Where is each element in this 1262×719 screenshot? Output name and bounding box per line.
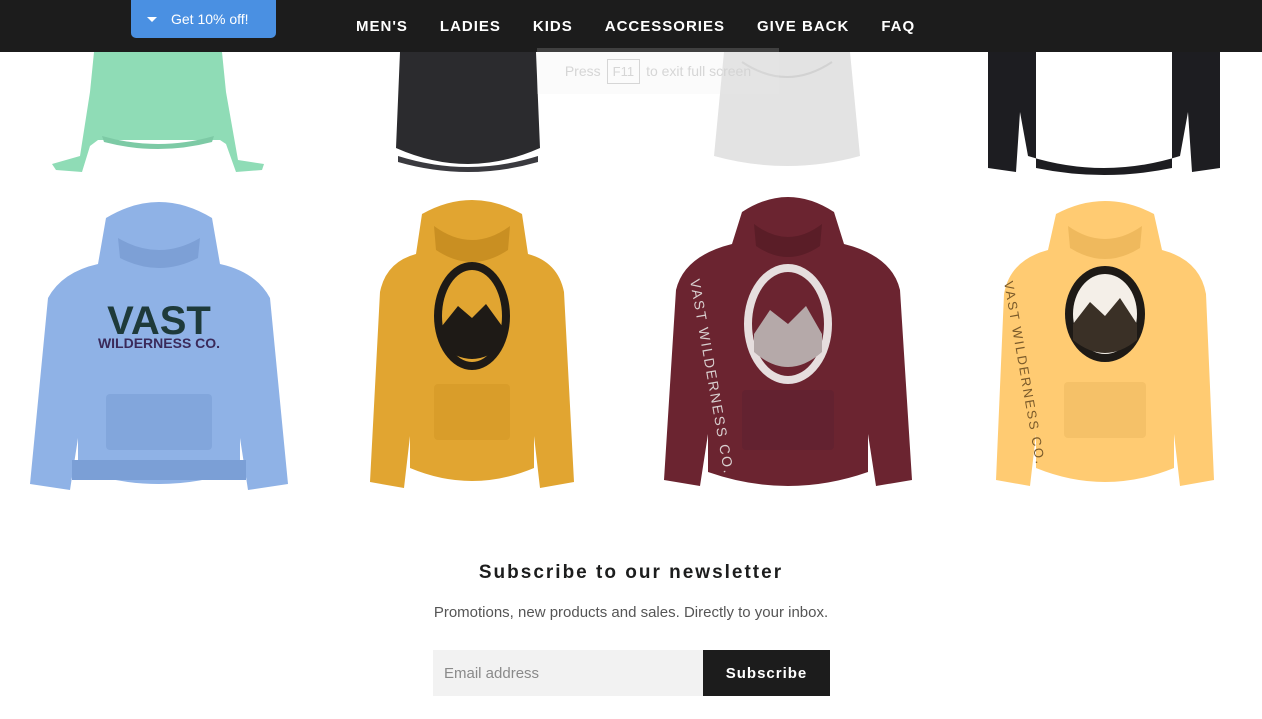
product-tile[interactable] bbox=[50, 52, 266, 174]
product-tile[interactable]: VAST WILDERNESS CO. bbox=[994, 198, 1216, 492]
fullscreen-exit-hint: Press F11 to exit full screen bbox=[537, 48, 779, 94]
product-tile[interactable]: VAST WILDERNESS CO. bbox=[662, 194, 914, 496]
nav-link-accessories[interactable]: ACCESSORIES bbox=[589, 18, 741, 35]
peach-hoodie-image: VAST WILDERNESS CO. bbox=[996, 201, 1214, 486]
mint-hoodie-image bbox=[52, 52, 264, 172]
subscribe-button[interactable]: Subscribe bbox=[703, 650, 830, 696]
main-nav: MEN'S LADIES KIDS ACCESSORIES GIVE BACK … bbox=[340, 0, 931, 52]
black-longsleeve-image bbox=[988, 52, 1220, 175]
newsletter-form: Subscribe bbox=[433, 650, 830, 696]
product-tile[interactable] bbox=[394, 52, 542, 172]
nav-link-mens[interactable]: MEN'S bbox=[340, 18, 424, 35]
promo-label: Get 10% off! bbox=[171, 11, 249, 27]
black-longsleeve-image bbox=[396, 52, 540, 172]
gold-hoodie-image bbox=[370, 200, 574, 488]
product-tile[interactable]: VAST WILDERNESS CO. bbox=[26, 198, 292, 494]
light-blue-hoodie-image: VAST WILDERNESS CO. bbox=[30, 202, 288, 490]
wilderness-print-text: WILDERNESS CO. bbox=[98, 335, 220, 351]
nav-link-kids[interactable]: KIDS bbox=[517, 18, 589, 35]
product-tile[interactable] bbox=[984, 52, 1224, 175]
hint-suffix-text: to exit full screen bbox=[646, 63, 752, 79]
email-field[interactable] bbox=[433, 650, 703, 696]
newsletter-subtitle: Promotions, new products and sales. Dire… bbox=[433, 604, 829, 621]
hint-press-text: Press bbox=[564, 63, 601, 79]
newsletter-section: Subscribe to our newsletter Promotions, … bbox=[0, 562, 1262, 696]
hint-key: F11 bbox=[606, 58, 641, 84]
maroon-hoodie-image: VAST WILDERNESS CO. bbox=[664, 197, 912, 486]
nav-link-ladies[interactable]: LADIES bbox=[424, 18, 517, 35]
nav-link-faq[interactable]: FAQ bbox=[865, 18, 931, 35]
product-tile[interactable] bbox=[368, 196, 576, 492]
newsletter-title: Subscribe to our newsletter bbox=[478, 562, 784, 583]
nav-link-give-back[interactable]: GIVE BACK bbox=[741, 18, 865, 35]
discount-promo-tab[interactable]: Get 10% off! bbox=[131, 0, 276, 38]
caret-down-icon bbox=[147, 16, 157, 22]
